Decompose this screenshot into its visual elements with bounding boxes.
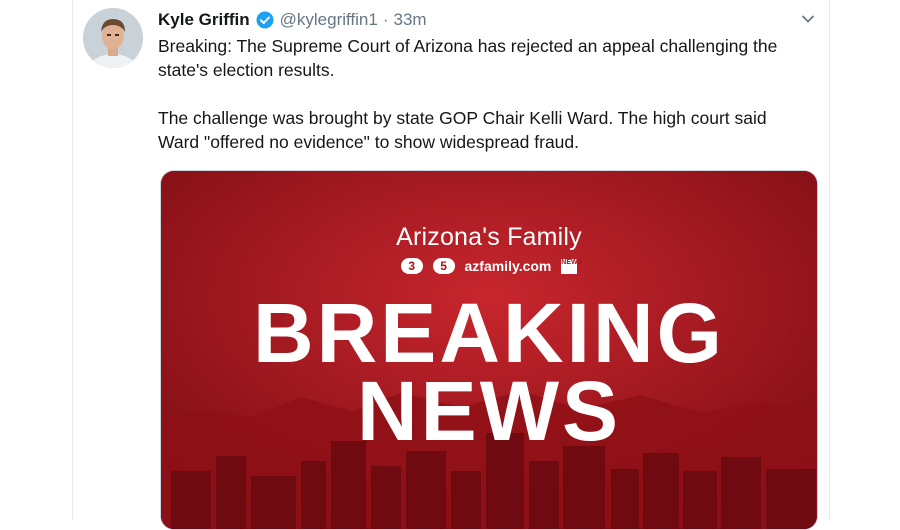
channel-3-logo: 3	[400, 258, 423, 275]
tweet-paragraph: Breaking: The Supreme Court of Arizona h…	[158, 36, 778, 80]
channel-5-logo: 5	[432, 258, 455, 275]
headline-breaking: BREAKING	[252, 286, 725, 380]
tweet-timestamp[interactable]: 33m	[394, 10, 427, 30]
brand-logos: 3 5 azfamily.com NEWS	[161, 257, 817, 275]
tweet-header: Kyle Griffin @kylegriffin1 · 33m	[158, 8, 427, 32]
tweet-paragraph: The challenge was brought by state GOP C…	[158, 108, 767, 152]
chevron-down-icon[interactable]	[799, 10, 817, 28]
header-separator: ·	[382, 10, 389, 29]
media-card[interactable]: Arizona's Family 3 5 azfamily.com NEWS B…	[160, 170, 818, 530]
tweet-text: Breaking: The Supreme Court of Arizona h…	[158, 34, 808, 154]
avatar[interactable]	[83, 8, 143, 68]
news-box-logo: NEWS	[561, 258, 582, 274]
headline-news: NEWS	[357, 364, 621, 458]
verified-badge-icon	[256, 11, 274, 29]
site-logo: azfamily.com	[464, 258, 552, 275]
author-handle[interactable]: @kylegriffin1	[280, 10, 378, 30]
brand-name: Arizona's Family	[396, 223, 582, 251]
author-name[interactable]: Kyle Griffin	[158, 10, 250, 30]
tweet: Kyle Griffin @kylegriffin1 · 33m Breakin…	[72, 0, 830, 530]
